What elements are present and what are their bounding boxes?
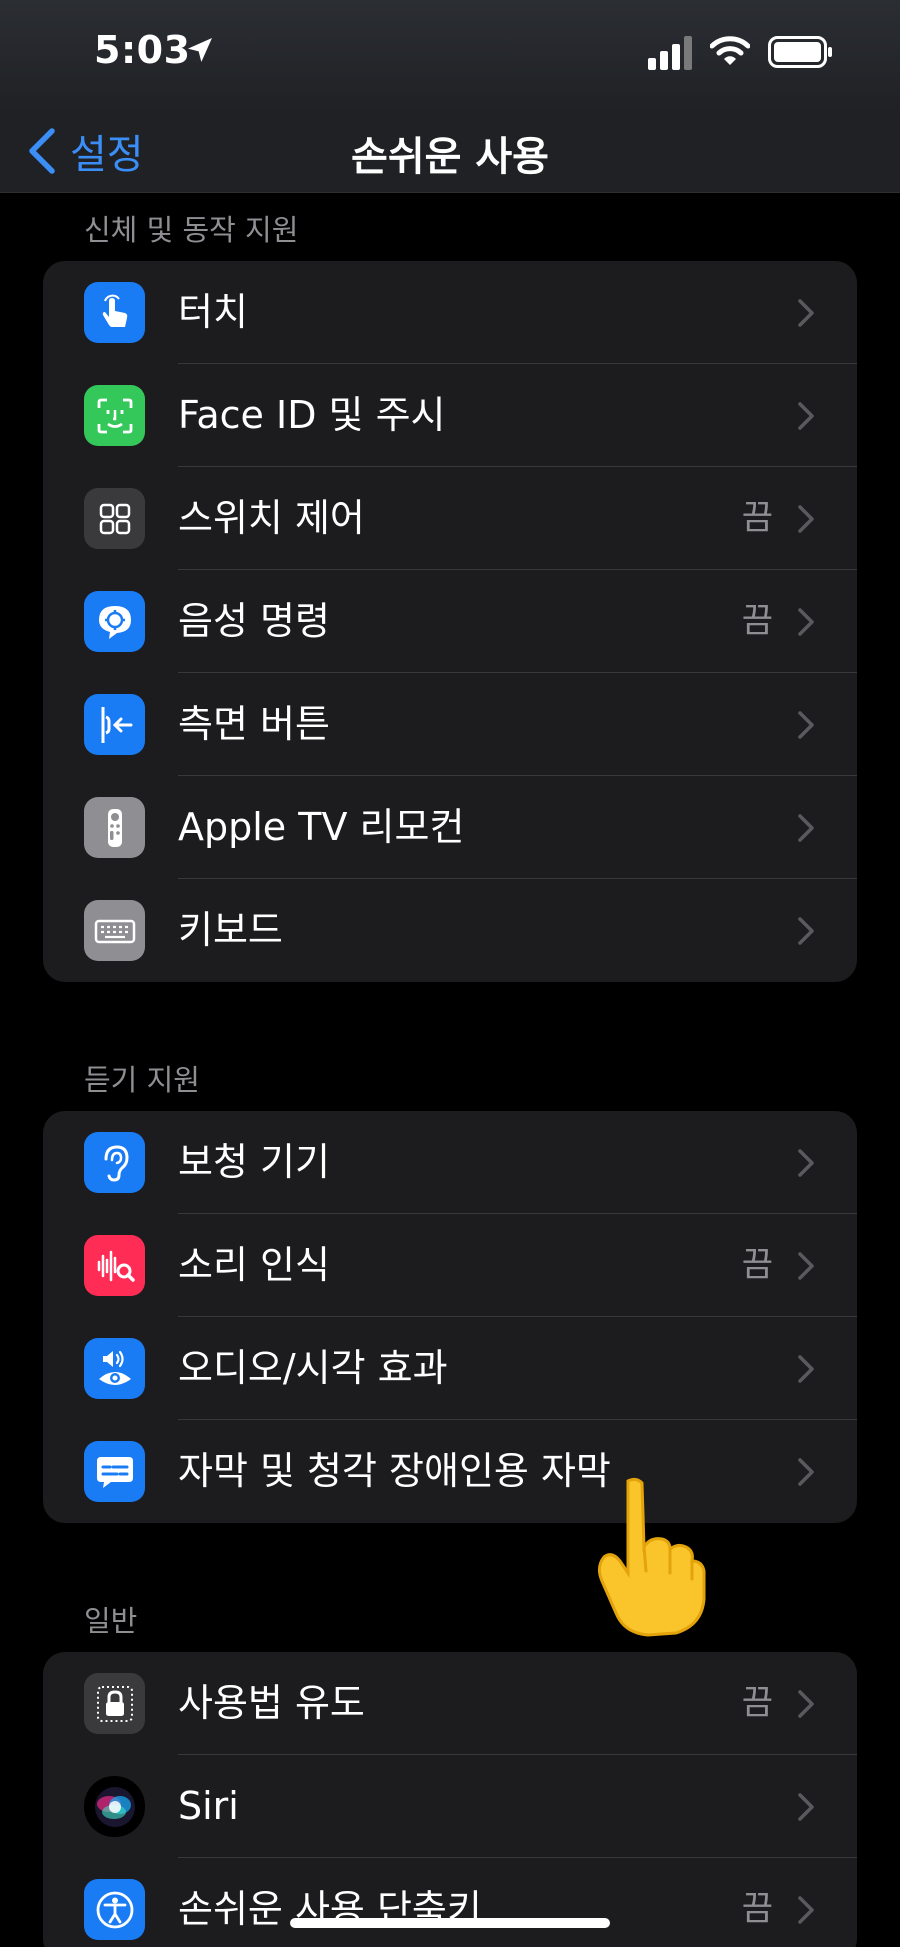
row-label: 음성 명령 bbox=[178, 599, 330, 643]
page-title: 손쉬운 사용 bbox=[351, 134, 549, 180]
side-button-icon bbox=[84, 694, 145, 755]
row-value: 끔 bbox=[741, 1889, 773, 1929]
wifi-icon bbox=[710, 36, 750, 65]
switch-grid-icon bbox=[84, 488, 145, 549]
section-header-general: 일반 bbox=[84, 1604, 138, 1638]
voice-control-icon bbox=[84, 591, 145, 652]
keyboard-icon bbox=[84, 900, 145, 961]
settings-group-hearing: 보청 기기 소리 인식 끔 오디오/시각 효과 자막 및 청각 장애인용 자막 bbox=[43, 1111, 857, 1523]
navigation-bar: 설정 손쉬운 사용 bbox=[0, 110, 900, 193]
row-label: Apple TV 리모컨 bbox=[178, 805, 465, 849]
chevron-right-icon bbox=[798, 402, 814, 430]
row-value: 끔 bbox=[741, 498, 773, 538]
face-id-icon bbox=[84, 385, 145, 446]
status-bar: 5:03 bbox=[0, 0, 900, 110]
battery-icon bbox=[768, 36, 832, 68]
settings-group-general: 사용법 유도 끔 Siri 손쉬운 사용 단축키 끔 bbox=[43, 1652, 857, 1947]
chevron-right-icon bbox=[798, 1458, 814, 1486]
chevron-right-icon bbox=[798, 608, 814, 636]
row-value: 끔 bbox=[741, 601, 773, 641]
location-arrow-icon bbox=[188, 38, 212, 62]
ear-icon bbox=[84, 1132, 145, 1193]
row-label: 스위치 제어 bbox=[178, 496, 365, 540]
row-label: 손쉬운 사용 단축키 bbox=[178, 1887, 482, 1931]
chevron-right-icon bbox=[798, 711, 814, 739]
status-time: 5:03 bbox=[94, 28, 191, 72]
cellular-signal-icon bbox=[648, 36, 692, 70]
row-value: 끔 bbox=[741, 1245, 773, 1285]
pointing-hand-icon bbox=[597, 1477, 706, 1637]
settings-list[interactable]: 신체 및 동작 지원 터치 Face ID 및 주시 스위치 제어 끔 음성 명… bbox=[0, 193, 900, 1947]
section-header-physical-motor: 신체 및 동작 지원 bbox=[84, 213, 299, 247]
row-label: 오디오/시각 효과 bbox=[178, 1346, 448, 1390]
row-subtitles-captioning[interactable]: 자막 및 청각 장애인용 자막 bbox=[43, 1420, 857, 1523]
row-value: 끔 bbox=[741, 1683, 773, 1723]
row-label: 터치 bbox=[178, 290, 248, 334]
row-audio-visual[interactable]: 오디오/시각 효과 bbox=[43, 1317, 857, 1420]
chevron-right-icon bbox=[798, 1896, 814, 1924]
row-label: Siri bbox=[178, 1784, 239, 1828]
audio-visual-icon bbox=[84, 1338, 145, 1399]
settings-group-physical-motor: 터치 Face ID 및 주시 스위치 제어 끔 음성 명령 끔 측면 버튼 A… bbox=[43, 261, 857, 982]
row-label: 보청 기기 bbox=[178, 1140, 330, 1184]
row-side-button[interactable]: 측면 버튼 bbox=[43, 673, 857, 776]
row-label: 사용법 유도 bbox=[178, 1681, 365, 1725]
chevron-right-icon bbox=[798, 1355, 814, 1383]
row-label: Face ID 및 주시 bbox=[178, 393, 446, 437]
row-sound-recognition[interactable]: 소리 인식 끔 bbox=[43, 1214, 857, 1317]
chevron-right-icon bbox=[798, 814, 814, 842]
chevron-right-icon bbox=[798, 1149, 814, 1177]
row-label: 키보드 bbox=[178, 908, 283, 952]
touch-hand-icon bbox=[84, 282, 145, 343]
chevron-right-icon bbox=[798, 917, 814, 945]
sound-recognition-icon bbox=[84, 1235, 145, 1296]
home-indicator[interactable] bbox=[290, 1918, 610, 1928]
row-keyboard[interactable]: 키보드 bbox=[43, 879, 857, 982]
siri-icon bbox=[84, 1776, 145, 1837]
row-label: 자막 및 청각 장애인용 자막 bbox=[178, 1449, 611, 1493]
accessibility-person-icon bbox=[84, 1879, 145, 1940]
row-accessibility-shortcut[interactable]: 손쉬운 사용 단축키 끔 bbox=[43, 1858, 857, 1947]
row-apple-tv-remote[interactable]: Apple TV 리모컨 bbox=[43, 776, 857, 879]
guided-access-lock-icon bbox=[84, 1673, 145, 1734]
row-label: 측면 버튼 bbox=[178, 702, 330, 746]
row-voice-control[interactable]: 음성 명령 끔 bbox=[43, 570, 857, 673]
row-guided-access[interactable]: 사용법 유도 끔 bbox=[43, 1652, 857, 1755]
section-header-hearing: 듣기 지원 bbox=[84, 1063, 200, 1097]
row-siri[interactable]: Siri bbox=[43, 1755, 857, 1858]
chevron-right-icon bbox=[798, 1793, 814, 1821]
subtitles-icon bbox=[84, 1441, 145, 1502]
chevron-right-icon bbox=[798, 299, 814, 327]
row-hearing-devices[interactable]: 보청 기기 bbox=[43, 1111, 857, 1214]
row-label: 소리 인식 bbox=[178, 1243, 330, 1287]
chevron-right-icon bbox=[798, 1252, 814, 1280]
row-switch-control[interactable]: 스위치 제어 끔 bbox=[43, 467, 857, 570]
row-touch[interactable]: 터치 bbox=[43, 261, 857, 364]
tv-remote-icon bbox=[84, 797, 145, 858]
chevron-right-icon bbox=[798, 1690, 814, 1718]
row-face-id-attention[interactable]: Face ID 및 주시 bbox=[43, 364, 857, 467]
chevron-right-icon bbox=[798, 505, 814, 533]
